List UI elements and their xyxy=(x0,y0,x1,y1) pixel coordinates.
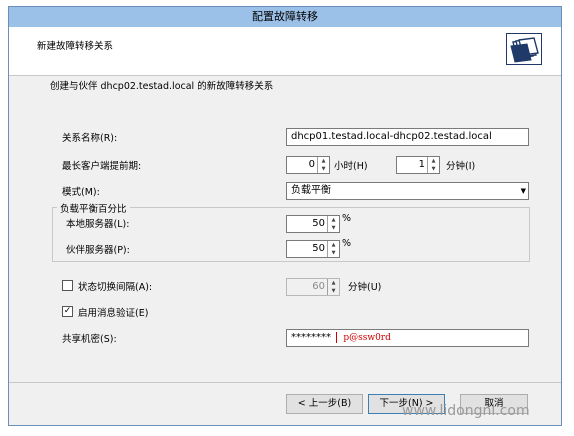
shared-secret-input[interactable]: ******** p@ssw0rd xyxy=(286,329,529,347)
shared-secret-label: 共享机密(S): xyxy=(62,334,117,345)
wizard-header: 新建故障转移关系 xyxy=(9,27,561,76)
partner-server-label: 伙伴服务器(P): xyxy=(66,245,130,256)
spin-up-icon[interactable]: ▲ xyxy=(328,216,339,224)
checkmark-icon: ✓ xyxy=(63,306,72,316)
mode-select[interactable]: 负载平衡 ▼ xyxy=(286,182,529,200)
mode-value: 负载平衡 xyxy=(291,185,331,196)
local-percent-sign: % xyxy=(342,213,352,224)
partner-server-spinner[interactable]: 50 ▲ ▼ xyxy=(286,240,340,258)
spinner-buttons[interactable]: ▲ ▼ xyxy=(317,157,329,173)
shared-secret-annotation: p@ssw0rd xyxy=(343,333,391,343)
description-text: 创建与伙伴 dhcp02.testad.local 的新故障转移关系 xyxy=(50,81,274,92)
local-server-value: 50 xyxy=(312,218,325,229)
watermark-text: www.lidongni.com xyxy=(402,403,530,419)
mclt-hours-label: 小时(H) xyxy=(334,161,368,172)
local-server-label: 本地服务器(L): xyxy=(66,219,130,230)
spin-down-icon[interactable]: ▼ xyxy=(328,287,339,295)
state-switch-unit: 分钟(U) xyxy=(348,282,382,293)
spinner-buttons[interactable]: ▲ ▼ xyxy=(327,279,339,295)
spinner-buttons[interactable]: ▲ ▼ xyxy=(327,216,339,232)
state-switch-checkbox[interactable] xyxy=(62,280,73,291)
spin-up-icon[interactable]: ▲ xyxy=(328,241,339,249)
annotation-line xyxy=(336,331,338,343)
relationship-name-input[interactable]: dhcp01.testad.local-dhcp02.testad.local xyxy=(286,128,529,146)
mclt-label: 最长客户端提前期: xyxy=(62,161,142,172)
state-switch-label: 状态切换间隔(A): xyxy=(78,282,153,293)
spin-up-icon[interactable]: ▲ xyxy=(328,279,339,287)
spin-up-icon[interactable]: ▲ xyxy=(428,157,439,165)
partner-percent-sign: % xyxy=(342,238,352,249)
window-title: 配置故障转移 xyxy=(9,7,561,27)
shared-secret-masked: ******** xyxy=(291,332,331,343)
mclt-hours-value: 0 xyxy=(308,159,315,170)
mclt-minutes-label: 分钟(I) xyxy=(446,161,476,172)
mclt-minutes-value: 1 xyxy=(418,159,425,170)
spin-down-icon[interactable]: ▼ xyxy=(328,249,339,257)
spinner-buttons[interactable]: ▲ ▼ xyxy=(327,241,339,257)
message-auth-checkbox[interactable]: ✓ xyxy=(62,306,73,317)
spin-down-icon[interactable]: ▼ xyxy=(318,165,329,173)
relationship-name-label: 关系名称(R): xyxy=(62,133,118,144)
load-balance-title: 负载平衡百分比 xyxy=(57,201,130,215)
spin-up-icon[interactable]: ▲ xyxy=(318,157,329,165)
spin-down-icon[interactable]: ▼ xyxy=(428,165,439,173)
header-title: 新建故障转移关系 xyxy=(37,41,114,52)
chevron-down-icon[interactable]: ▼ xyxy=(521,185,526,197)
local-server-spinner[interactable]: 50 ▲ ▼ xyxy=(286,215,340,233)
spin-down-icon[interactable]: ▼ xyxy=(328,224,339,232)
back-button[interactable]: < 上一步(B) xyxy=(286,394,363,414)
mclt-minutes-spinner[interactable]: 1 ▲ ▼ xyxy=(396,156,440,174)
message-auth-label: 启用消息验证(E) xyxy=(78,308,149,319)
state-switch-value: 60 xyxy=(312,281,325,292)
partner-server-value: 50 xyxy=(312,243,325,254)
folders-icon xyxy=(506,33,542,65)
mode-label: 模式(M): xyxy=(62,187,100,198)
state-switch-spinner[interactable]: 60 ▲ ▼ xyxy=(286,278,340,296)
footer-divider xyxy=(9,382,561,383)
mclt-hours-spinner[interactable]: 0 ▲ ▼ xyxy=(286,156,330,174)
spinner-buttons[interactable]: ▲ ▼ xyxy=(427,157,439,173)
